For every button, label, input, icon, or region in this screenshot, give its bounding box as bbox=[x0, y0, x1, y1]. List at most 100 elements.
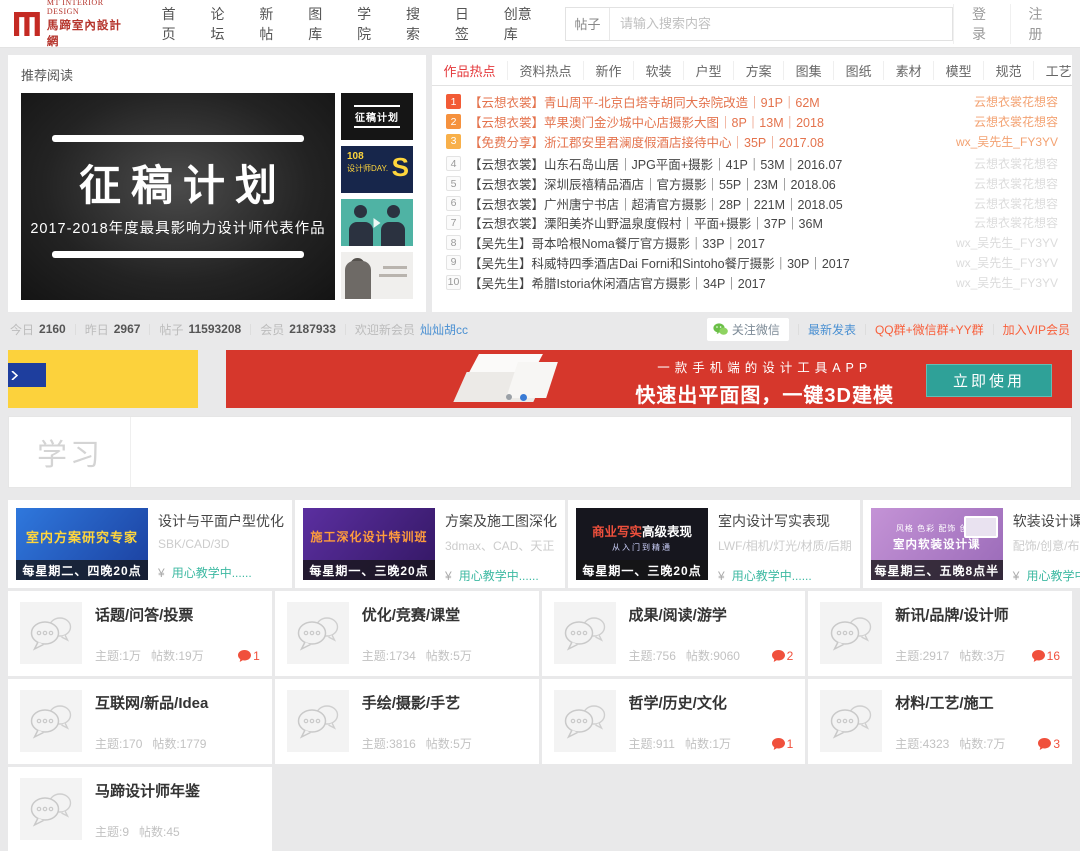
nav-item-home[interactable]: 首页 bbox=[148, 4, 197, 44]
new-replies-badge: 2 bbox=[772, 649, 794, 663]
forum-card[interactable]: 材料/工艺/施工 主题:4323 帖数:7万 3 bbox=[808, 679, 1072, 764]
nav-item-academy[interactable]: 学院 bbox=[343, 4, 392, 44]
ad-left-logo bbox=[8, 363, 46, 387]
header: MT INTERIOR DESIGN 馬蹄室內設計網 首页 论坛 新帖 图库 学… bbox=[0, 0, 1080, 48]
forum-title[interactable]: 互联网/新品/Idea bbox=[95, 692, 260, 713]
post-title[interactable]: 【云想衣裳】广州唐宁书店｜超清官方摄影｜28P｜221M｜2018.05 bbox=[469, 194, 960, 213]
new-member-link[interactable]: 灿灿胡cc bbox=[420, 321, 468, 338]
post-title[interactable]: 【免费分享】浙江郡安里君澜度假酒店接待中心｜35P｜2017.08 bbox=[469, 132, 942, 151]
forum-title[interactable]: 哲学/历史/文化 bbox=[629, 692, 794, 713]
search-bar: 帖子 bbox=[565, 7, 953, 41]
hero-banner[interactable]: 征稿计划 2017-2018年度最具影响力设计师代表作品 bbox=[21, 93, 335, 300]
ad-banner-left[interactable] bbox=[8, 350, 198, 408]
forum-title[interactable]: 手绘/摄影/手艺 bbox=[362, 692, 527, 713]
forum-card[interactable]: 手绘/摄影/手艺 主题:3816 帖数:5万 bbox=[275, 679, 539, 764]
nav-item-daily[interactable]: 日签 bbox=[441, 4, 490, 44]
post-title[interactable]: 【吴先生】科威特四季酒店Dai Forni和Sintoho餐厅摄影｜30P｜20… bbox=[469, 253, 942, 272]
tab-assets[interactable]: 素材 bbox=[884, 61, 934, 80]
tab-new-works[interactable]: 新作 bbox=[584, 61, 634, 80]
tab-layout[interactable]: 户型 bbox=[684, 61, 734, 80]
hot-post-row[interactable]: 7 【云想衣裳】溧阳美岕山野温泉度假村｜平面+摄影｜37P｜36M 云想衣裳花想… bbox=[446, 213, 1058, 233]
forum-card[interactable]: 互联网/新品/Idea 主题:170 帖数:1779 bbox=[8, 679, 272, 764]
groups-link[interactable]: QQ群+微信群+YY群 bbox=[875, 321, 984, 338]
thumb-designer-day[interactable]: 108 设计师DAY. S bbox=[341, 146, 413, 193]
post-title[interactable]: 【吴先生】哥本哈根Noma餐厅官方摄影｜33P｜2017 bbox=[469, 233, 942, 252]
course-status: 用心教学中...... bbox=[732, 567, 812, 584]
course-card[interactable]: 商业写实高级表现 从入门到精通 每星期一、三晚20点 室内设计写实表现 LWF/… bbox=[568, 500, 860, 588]
nav-item-newposts[interactable]: 新帖 bbox=[245, 4, 294, 44]
post-author[interactable]: wx_吴先生_FY3YV bbox=[956, 234, 1058, 251]
join-vip-link[interactable]: 加入VIP会员 bbox=[1003, 321, 1070, 338]
forum-title[interactable]: 优化/竞赛/课堂 bbox=[362, 604, 527, 625]
nav-item-search[interactable]: 搜索 bbox=[392, 4, 441, 44]
tab-models[interactable]: 模型 bbox=[934, 61, 984, 80]
recommended-thumbs: 征稿计划 108 设计师DAY. S bbox=[341, 93, 413, 300]
tab-soft-deco[interactable]: 软装 bbox=[634, 61, 684, 80]
tab-scheme[interactable]: 方案 bbox=[734, 61, 784, 80]
hot-post-row[interactable]: 9 【吴先生】科威特四季酒店Dai Forni和Sintoho餐厅摄影｜30P｜… bbox=[446, 253, 1058, 273]
welcome-label: 欢迎新会员 bbox=[355, 321, 415, 338]
search-input[interactable] bbox=[610, 8, 952, 40]
post-title[interactable]: 【云想衣裳】苹果澳门金沙城中心店摄影大图｜8P｜13M｜2018 bbox=[469, 112, 960, 131]
post-author[interactable]: 云想衣裳花想容 bbox=[974, 155, 1058, 172]
login-button[interactable]: 登录 bbox=[953, 4, 1009, 44]
thumb-interview-video[interactable] bbox=[341, 199, 413, 246]
forum-title[interactable]: 成果/阅读/游学 bbox=[629, 604, 794, 625]
forum-card[interactable]: 话题/问答/投票 主题:1万 帖数:19万 1 bbox=[8, 591, 272, 676]
tab-materials-hot[interactable]: 资料热点 bbox=[508, 61, 584, 80]
hot-post-row[interactable]: 4 【云想衣裳】山东石岛山居｜JPG平面+摄影｜41P｜53M｜2016.07 … bbox=[446, 154, 1058, 174]
hot-post-row[interactable]: 3 【免费分享】浙江郡安里君澜度假酒店接待中心｜35P｜2017.08 wx_吴… bbox=[446, 134, 1058, 154]
hot-post-row[interactable]: 5 【云想衣裳】深圳辰禧精品酒店｜官方摄影｜55P｜23M｜2018.06 云想… bbox=[446, 174, 1058, 194]
forum-card[interactable]: 新讯/品牌/设计师 主题:2917 帖数:3万 16 bbox=[808, 591, 1072, 676]
yesterday-count: 2967 bbox=[114, 322, 141, 336]
tab-craft[interactable]: 工艺 bbox=[1034, 61, 1080, 80]
register-button[interactable]: 注册 bbox=[1010, 4, 1066, 44]
course-card[interactable]: 风格 色彩 配饰 创意 室内软装设计课 每星期三、五晚8点半 软装设计课程 配饰… bbox=[863, 500, 1080, 588]
search-category-select[interactable]: 帖子 bbox=[566, 8, 610, 40]
post-title[interactable]: 【云想衣裳】溧阳美岕山野温泉度假村｜平面+摄影｜37P｜36M bbox=[469, 213, 960, 232]
nav-item-ideas[interactable]: 创意库 bbox=[490, 4, 549, 44]
course-card[interactable]: 施工深化设计特训班 每星期一、三晚20点 方案及施工图深化 3dmax、CAD、… bbox=[295, 500, 565, 588]
course-card[interactable]: 室内方案研究专家 每星期二、四晚20点 设计与平面户型优化 SBK/CAD/3D… bbox=[8, 500, 292, 588]
post-author[interactable]: wx_吴先生_FY3YV bbox=[956, 254, 1058, 271]
tab-drawings[interactable]: 图纸 bbox=[834, 61, 884, 80]
forum-title[interactable]: 材料/工艺/施工 bbox=[895, 692, 1060, 713]
post-title[interactable]: 【云想衣裳】深圳辰禧精品酒店｜官方摄影｜55P｜23M｜2018.06 bbox=[469, 174, 960, 193]
app-ad-banner[interactable]: 一款手机端的设计工具APP 快速出平面图，一键3D建模 立即使用 bbox=[226, 350, 1072, 408]
hot-post-row[interactable]: 6 【云想衣裳】广州唐宁书店｜超清官方摄影｜28P｜221M｜2018.05 云… bbox=[446, 193, 1058, 213]
post-title[interactable]: 【云想衣裳】山东石岛山居｜JPG平面+摄影｜41P｜53M｜2016.07 bbox=[469, 154, 960, 173]
nav-item-gallery[interactable]: 图库 bbox=[294, 4, 343, 44]
forum-stats: 主题:1万 帖数:19万 1 bbox=[95, 647, 260, 664]
thumb-portrait-article[interactable] bbox=[341, 252, 413, 299]
forum-card[interactable]: 哲学/历史/文化 主题:911 帖数:1万 1 bbox=[542, 679, 806, 764]
post-author[interactable]: wx_吴先生_FY3YV bbox=[956, 133, 1058, 150]
post-author[interactable]: 云想衣裳花想容 bbox=[974, 113, 1058, 130]
post-author[interactable]: 云想衣裳花想容 bbox=[974, 93, 1058, 110]
forum-card[interactable]: 成果/阅读/游学 主题:756 帖数:9060 2 bbox=[542, 591, 806, 676]
post-author[interactable]: 云想衣裳花想容 bbox=[974, 214, 1058, 231]
nav-item-forum[interactable]: 论坛 bbox=[197, 4, 246, 44]
forum-title[interactable]: 新讯/品牌/设计师 bbox=[895, 604, 1060, 625]
thumb-call-for-entries[interactable]: 征稿计划 bbox=[341, 93, 413, 140]
hot-post-row[interactable]: 8 【吴先生】哥本哈根Noma餐厅官方摄影｜33P｜2017 wx_吴先生_FY… bbox=[446, 233, 1058, 253]
course-cards: 室内方案研究专家 每星期二、四晚20点 设计与平面户型优化 SBK/CAD/3D… bbox=[8, 500, 1072, 588]
forum-card[interactable]: 优化/竞赛/课堂 主题:1734 帖数:5万 bbox=[275, 591, 539, 676]
site-logo[interactable]: MT INTERIOR DESIGN 馬蹄室內設計網 bbox=[14, 0, 126, 49]
hot-post-row[interactable]: 10 【吴先生】希腊Istoria休闲酒店官方摄影｜34P｜2017 wx_吴先… bbox=[446, 272, 1058, 292]
tab-albums[interactable]: 图集 bbox=[784, 61, 834, 80]
forum-title[interactable]: 马蹄设计师年鉴 bbox=[95, 780, 260, 801]
post-title[interactable]: 【云想衣裳】青山周平-北京白塔寺胡同大杂院改造｜91P｜62M bbox=[469, 92, 960, 111]
new-replies-badge: 3 bbox=[1038, 737, 1060, 751]
forum-card[interactable]: 马蹄设计师年鉴 主题:9 帖数:45 bbox=[8, 767, 272, 851]
follow-wechat-button[interactable]: 关注微信 bbox=[707, 318, 789, 341]
latest-posts-link[interactable]: 最新发表 bbox=[808, 321, 856, 338]
tab-works-hot[interactable]: 作品热点 bbox=[432, 61, 508, 80]
post-author[interactable]: 云想衣裳花想容 bbox=[974, 175, 1058, 192]
tab-standards[interactable]: 规范 bbox=[984, 61, 1034, 80]
post-title[interactable]: 【吴先生】希腊Istoria休闲酒店官方摄影｜34P｜2017 bbox=[469, 273, 942, 292]
use-now-button[interactable]: 立即使用 bbox=[926, 364, 1052, 397]
chat-bubbles-icon bbox=[20, 690, 82, 752]
post-author[interactable]: wx_吴先生_FY3YV bbox=[956, 274, 1058, 291]
forum-title[interactable]: 话题/问答/投票 bbox=[95, 604, 260, 625]
post-author[interactable]: 云想衣裳花想容 bbox=[974, 195, 1058, 212]
